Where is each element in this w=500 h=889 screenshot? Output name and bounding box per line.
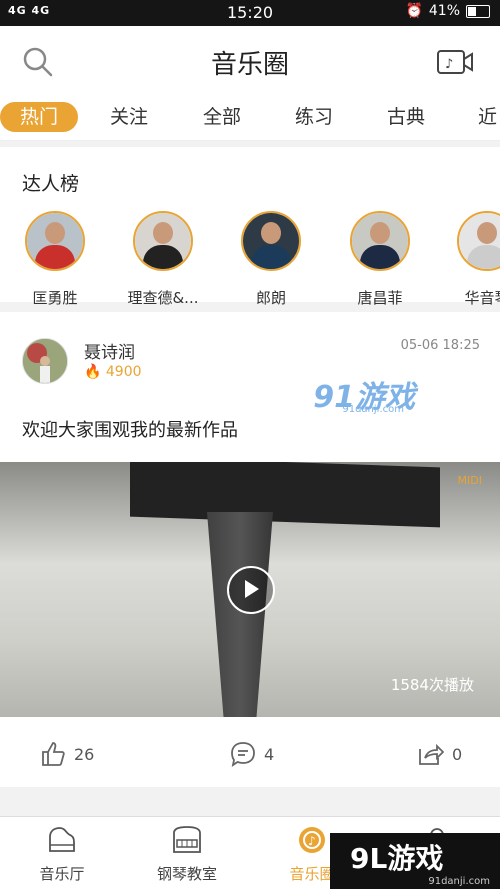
comment-button[interactable]: 4 xyxy=(230,741,274,767)
video-piano-image xyxy=(130,462,440,528)
play-button[interactable] xyxy=(227,566,275,614)
tab-follow[interactable]: 关注 xyxy=(110,102,148,132)
alarm-icon: ⏰ xyxy=(405,3,423,19)
like-button[interactable]: 26 xyxy=(40,741,94,767)
like-count: 26 xyxy=(74,744,95,764)
video-piano-leg xyxy=(207,512,273,717)
share-icon xyxy=(419,743,444,765)
share-count: 0 xyxy=(452,744,463,764)
avatar-head xyxy=(45,222,65,244)
avatar-body xyxy=(251,245,291,269)
status-bar: 4G 4G 15:20 ⏰ 41% xyxy=(0,0,500,26)
fire-count: 4900 xyxy=(105,364,142,380)
comment-icon xyxy=(231,742,255,767)
fire-score: 🔥 4900 xyxy=(84,364,142,380)
battery-percent: 41% xyxy=(428,3,460,19)
tab-classical[interactable]: 古典 xyxy=(387,102,425,132)
flame-icon: 🔥 xyxy=(84,364,102,380)
talent-item[interactable]: 理查德&... xyxy=(108,211,218,308)
page-title: 音乐圈 xyxy=(210,50,289,80)
talent-name: 匡勇胜 xyxy=(32,289,78,307)
talent-board: 达人榜 匡勇胜 理查德&... 郎朗 唐昌菲 华音琴 xyxy=(0,147,500,307)
watermark-banner: 9L游戏 91danji.com xyxy=(330,833,500,889)
talent-name: 郎朗 xyxy=(255,289,286,307)
talent-avatar[interactable] xyxy=(457,211,500,271)
post-author-avatar[interactable] xyxy=(22,338,68,384)
talent-item[interactable]: 匡勇胜 xyxy=(0,211,110,308)
bottom-nav: 音乐厅 钢琴教室 ♪ 音乐圈 9L游戏 91danji.com xyxy=(0,816,500,889)
nav-label: 钢琴教室 xyxy=(156,865,217,883)
talent-name: 唐昌菲 xyxy=(357,289,403,307)
share-button[interactable]: 0 xyxy=(416,741,462,767)
tab-recent[interactable]: 近 xyxy=(478,102,497,132)
post-actions: 26 4 0 xyxy=(0,717,500,787)
watermark-banner-url: 91danji.com xyxy=(428,876,490,887)
talent-item[interactable]: 郎朗 xyxy=(216,211,326,308)
thumbs-up-icon xyxy=(42,742,65,766)
status-right: ⏰ 41% xyxy=(405,3,490,19)
avatar-body xyxy=(143,245,183,269)
video-camera-icon[interactable]: ♪ xyxy=(436,48,474,80)
avatar-head xyxy=(153,222,173,244)
talent-name: 理查德&... xyxy=(127,289,199,307)
avatar-head xyxy=(370,222,390,244)
svg-text:♪: ♪ xyxy=(308,834,316,848)
battery-icon xyxy=(466,4,490,18)
play-count: 1584次播放 xyxy=(390,676,474,694)
avatar-body xyxy=(35,245,75,269)
nav-piano-classroom[interactable]: 钢琴教室 xyxy=(137,825,237,884)
music-circle-icon: ♪ xyxy=(299,827,325,853)
talent-avatar[interactable] xyxy=(25,211,85,271)
video-player[interactable]: MIDI 1584次播放 xyxy=(0,462,500,717)
piano-icon xyxy=(49,827,75,852)
tab-practice[interactable]: 练习 xyxy=(295,102,333,132)
talent-item[interactable]: 华音琴 xyxy=(432,211,500,308)
talent-avatar[interactable] xyxy=(350,211,410,271)
post-time: 05-06 18:25 xyxy=(400,338,480,353)
watermark-banner-logo: 9L游戏 xyxy=(350,842,444,875)
avatar-head xyxy=(261,222,281,244)
avatar-head xyxy=(477,222,497,244)
tab-hot[interactable]: 热门 xyxy=(0,102,78,132)
post-author-name[interactable]: 聂诗润 xyxy=(84,338,135,363)
talent-avatar[interactable] xyxy=(241,211,301,271)
nav-label: 音乐厅 xyxy=(39,865,85,883)
watermark-sub: 91danji.com xyxy=(342,404,404,415)
talent-item[interactable]: 唐昌菲 xyxy=(325,211,435,308)
upright-piano-icon xyxy=(173,826,201,853)
talent-name: 华音琴 xyxy=(464,289,500,307)
tab-all[interactable]: 全部 xyxy=(203,102,241,132)
midi-badge: MIDI xyxy=(457,474,482,487)
talent-avatar[interactable] xyxy=(133,211,193,271)
category-tabs: 热门 关注 全部 练习 古典 近 xyxy=(0,96,500,141)
post-text: 欢迎大家围观我的最新作品 xyxy=(22,420,238,441)
avatar-body xyxy=(360,245,400,269)
comment-count: 4 xyxy=(264,744,275,764)
app-header: 音乐圈 ♪ xyxy=(0,26,500,96)
nav-concert-hall[interactable]: 音乐厅 xyxy=(12,825,112,884)
svg-text:♪: ♪ xyxy=(445,57,453,72)
avatar-body xyxy=(467,245,500,269)
post-card[interactable]: 聂诗润 🔥 4900 05-06 18:25 91游戏 91danji.com … xyxy=(0,312,500,787)
talent-board-title: 达人榜 xyxy=(22,173,80,195)
